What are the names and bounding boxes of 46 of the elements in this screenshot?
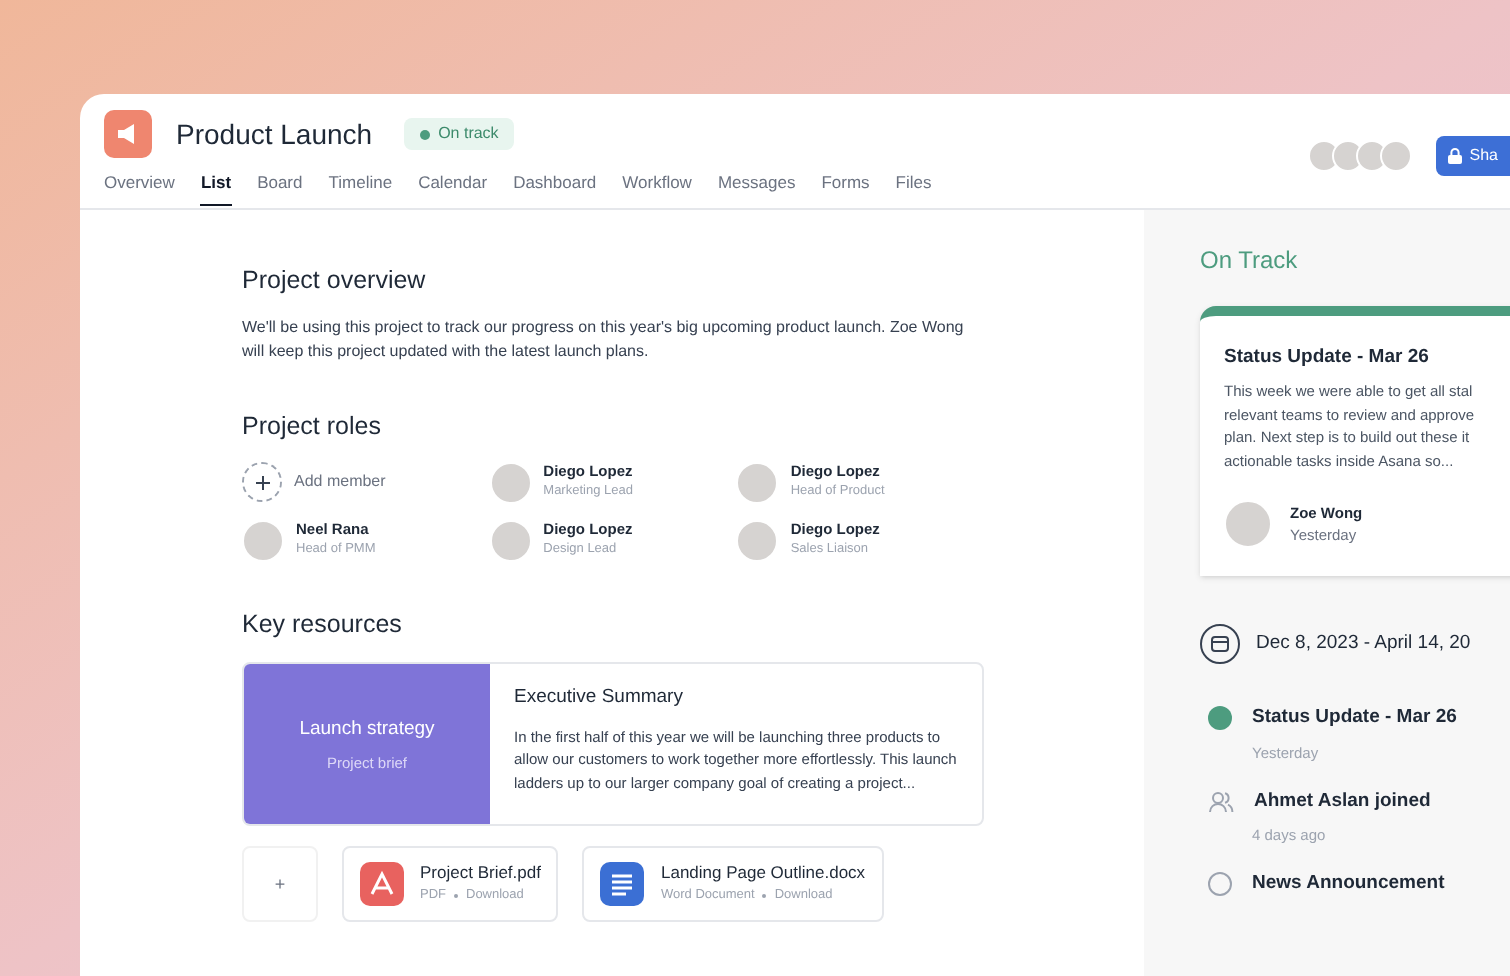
date-range: Dec 8, 2023 - April 14, 20: [1256, 630, 1471, 659]
add-resource-button[interactable]: +: [242, 846, 318, 923]
document-file-icon: [600, 862, 645, 907]
project-title: Product Launch: [176, 115, 373, 153]
timeline-title: Status Update - Mar 26: [1252, 704, 1457, 733]
section-heading: Project roles: [242, 409, 383, 444]
lock-icon: [1447, 148, 1462, 164]
status-title: Status Update - Mar 26: [1224, 344, 1431, 372]
avatar: [1307, 140, 1340, 172]
timeline-title: Ahmet Aslan joined: [1254, 787, 1431, 816]
resource-card[interactable]: [242, 662, 984, 827]
tab[interactable]: Forms: [821, 170, 870, 206]
share-button[interactable]: Sha: [1435, 136, 1510, 176]
timeline-title: News Announcement: [1252, 870, 1445, 899]
overview-text: We'll be using this project to track our progress on this year's big upcoming product launch. Zoe Wong will keep this project updated with the latest launch plans.: [242, 315, 966, 364]
add-member-label: Add member: [294, 470, 386, 494]
tab[interactable]: List: [200, 170, 232, 206]
avatar: [736, 461, 779, 503]
file-name: Landing Page Outline.docx: [660, 862, 866, 885]
avatar: [489, 519, 532, 561]
tab[interactable]: Timeline: [328, 170, 393, 206]
section-heading: Key resources: [242, 607, 404, 642]
plus-icon: [255, 475, 269, 489]
summary-title: Executive Summary: [514, 684, 685, 713]
avatar: [1379, 140, 1412, 172]
panel-heading: On Track: [1200, 244, 1300, 278]
brief-title: Launch strategy: [299, 715, 435, 743]
avatar: [489, 461, 532, 503]
calendar-icon: [1200, 624, 1240, 665]
tab[interactable]: Board: [257, 170, 303, 206]
megaphone-icon: [104, 110, 152, 158]
add-member-button[interactable]: [242, 462, 282, 502]
section-heading: Project overview: [242, 264, 428, 298]
tab[interactable]: Files: [895, 170, 932, 206]
tab[interactable]: Calendar: [418, 170, 488, 206]
tab[interactable]: Messages: [717, 170, 796, 206]
tab[interactable]: Workflow: [622, 170, 692, 206]
tab[interactable]: Dashboard: [513, 170, 597, 206]
file-name: Project Brief.pdf: [420, 862, 541, 885]
tab[interactable]: Overview: [104, 170, 175, 206]
avatar: [1224, 500, 1272, 549]
people-icon: [1208, 789, 1234, 814]
status-badge: On track: [404, 118, 515, 150]
avatar: [242, 519, 284, 561]
pdf-file-icon: [360, 862, 404, 907]
avatar: [736, 519, 779, 561]
